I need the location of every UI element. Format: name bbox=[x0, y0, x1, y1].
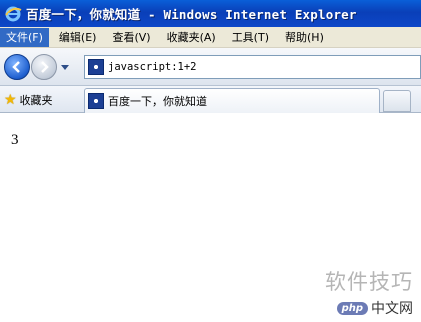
star-icon: ★ bbox=[4, 92, 17, 108]
watermark-brand-text: 中文网 bbox=[371, 301, 413, 317]
menu-view[interactable]: 查看(V) bbox=[106, 28, 156, 47]
back-button[interactable] bbox=[4, 54, 30, 80]
script-result: 3 bbox=[11, 132, 19, 148]
menu-edit[interactable]: 编辑(E) bbox=[53, 28, 103, 47]
page-content: 3 软件技巧 php 中文网 bbox=[0, 114, 421, 322]
watermark-badge: php bbox=[336, 301, 368, 315]
back-arrow-icon bbox=[12, 61, 20, 73]
forward-arrow-icon bbox=[41, 61, 49, 73]
history-dropdown-icon[interactable] bbox=[60, 62, 70, 72]
favorites-label: 收藏夹 bbox=[19, 94, 53, 107]
menu-tools[interactable]: 工具(T) bbox=[226, 28, 275, 47]
navigation-bar: javascript:1+2 bbox=[0, 48, 421, 86]
site-favicon-icon bbox=[88, 59, 104, 75]
ie-logo-icon bbox=[5, 6, 22, 21]
menu-file[interactable]: 文件(F) bbox=[0, 27, 49, 47]
watermark: 软件技巧 php 中文网 bbox=[325, 266, 413, 318]
tab-current[interactable]: 百度一下，你就知道 bbox=[84, 88, 380, 113]
address-url[interactable]: javascript:1+2 bbox=[108, 61, 197, 73]
menu-bar: 文件(F) 编辑(E) 查看(V) 收藏夹(A) 工具(T) 帮助(H) bbox=[0, 27, 421, 48]
window-titlebar: 百度一下，你就知道 - Windows Internet Explorer bbox=[0, 0, 421, 27]
forward-button[interactable] bbox=[31, 54, 57, 80]
window-title: 百度一下，你就知道 - Windows Internet Explorer bbox=[26, 7, 357, 22]
address-field[interactable]: javascript:1+2 bbox=[84, 55, 421, 79]
tab-title: 百度一下，你就知道 bbox=[108, 95, 207, 108]
favorites-bar: ★ 收藏夹 百度一下，你就知道 bbox=[0, 86, 421, 113]
menu-favorites[interactable]: 收藏夹(A) bbox=[161, 28, 222, 47]
watermark-text: 软件技巧 bbox=[325, 270, 413, 294]
new-tab-button[interactable] bbox=[383, 90, 411, 112]
tab-favicon-icon bbox=[88, 93, 104, 109]
watermark-brand: php 中文网 bbox=[336, 298, 413, 318]
menu-help[interactable]: 帮助(H) bbox=[279, 28, 330, 47]
favorites-button[interactable]: ★ 收藏夹 bbox=[4, 90, 53, 110]
